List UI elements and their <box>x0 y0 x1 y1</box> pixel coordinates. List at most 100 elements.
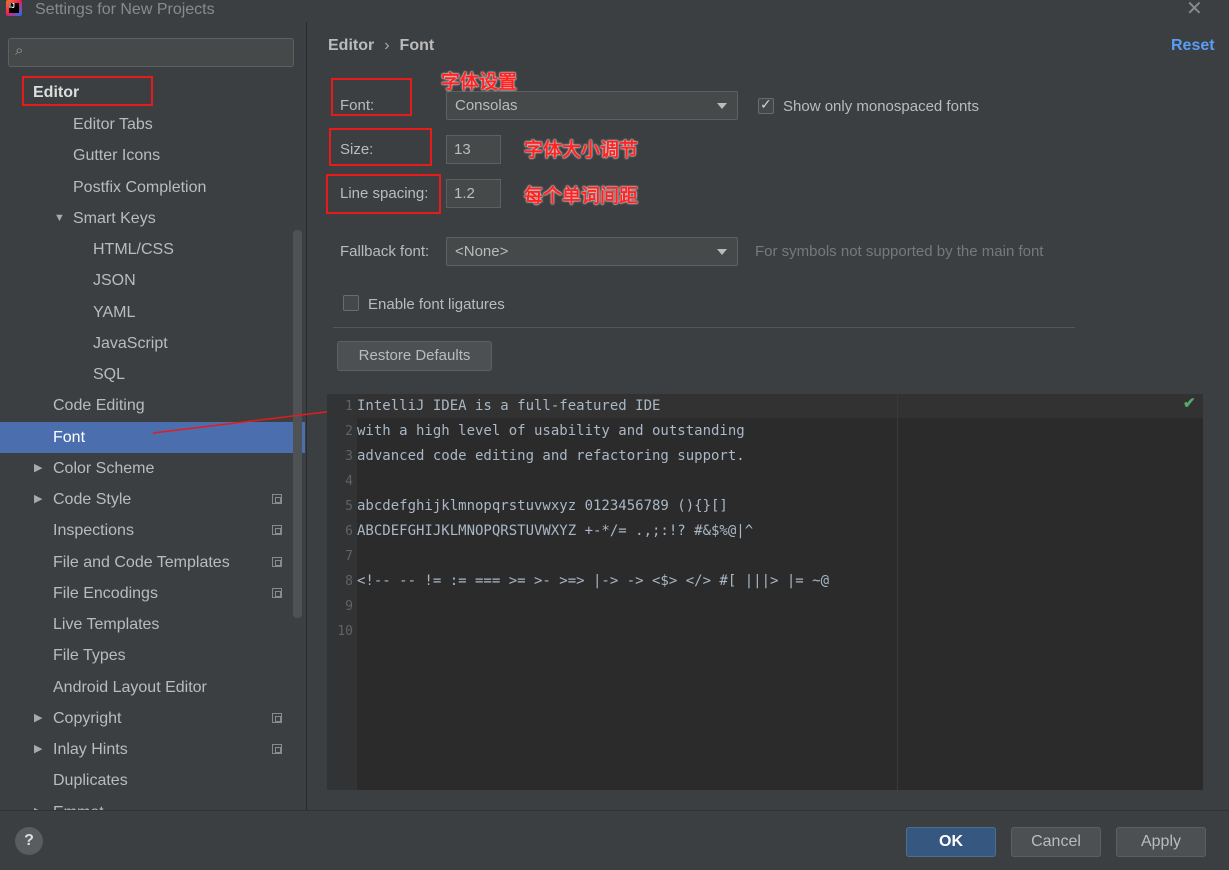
sidebar-item-copyright[interactable]: ▶ Copyright <box>0 703 305 734</box>
font-dropdown-value: Consolas <box>455 97 518 114</box>
reset-link[interactable]: Reset <box>1171 37 1215 55</box>
annotation-font-note: 字体设置 <box>441 72 518 93</box>
breadcrumb-parent[interactable]: Editor <box>328 37 374 54</box>
project-settings-icon <box>272 494 282 504</box>
code-line: advanced code editing and refactoring su… <box>357 448 745 464</box>
sidebar-item-json[interactable]: JSON <box>0 265 305 296</box>
chevron-right-icon[interactable]: ▶ <box>34 797 42 810</box>
line-number: 5 <box>345 499 353 514</box>
sidebar-item-html-css[interactable]: HTML/CSS <box>0 234 305 265</box>
code-line: <!-- -- != := === >= >- >=> |-> -> <$> <… <box>357 573 830 589</box>
title-bar: IJ Settings for New Projects ✕ <box>0 0 1229 22</box>
help-button[interactable]: ? <box>15 827 43 855</box>
search-icon: ⌕ <box>15 42 24 59</box>
close-icon[interactable]: ✕ <box>1186 0 1203 19</box>
sidebar-item-label: YAML <box>93 304 136 321</box>
line-number: 6 <box>345 524 353 539</box>
chevron-right-icon[interactable]: ▶ <box>34 734 42 765</box>
line-spacing-input-value: 1.2 <box>454 185 475 202</box>
code-line: abcdefghijklmnopqrstuvwxyz 0123456789 ()… <box>357 498 728 514</box>
sidebar-item-label: JavaScript <box>93 335 168 352</box>
font-preview-editor[interactable]: ✔ 1 2 3 4 5 6 7 8 9 10 IntelliJ IDEA is … <box>327 394 1203 790</box>
intellij-logo-icon: IJ <box>6 0 22 16</box>
sidebar-item-javascript[interactable]: JavaScript <box>0 328 305 359</box>
breadcrumb: Editor › Font <box>328 37 434 55</box>
sidebar-item-smart-keys[interactable]: ▼ Smart Keys <box>0 203 305 234</box>
size-input-value: 13 <box>454 141 471 158</box>
sidebar-item-label: Color Scheme <box>53 460 155 477</box>
sidebar-item-yaml[interactable]: YAML <box>0 297 305 328</box>
sidebar-item-file-and-code-templates[interactable]: File and Code Templates <box>0 547 305 578</box>
sidebar-item-label: Postfix Completion <box>73 179 207 196</box>
line-number: 7 <box>345 549 353 564</box>
sidebar-item-android-layout-editor[interactable]: Android Layout Editor <box>0 672 305 703</box>
sidebar-item-label: Smart Keys <box>73 210 156 227</box>
sidebar-item-label: Code Editing <box>53 397 145 414</box>
dropdown-arrow-icon <box>717 103 727 109</box>
sidebar-item-editor-tabs[interactable]: Editor Tabs <box>0 109 305 140</box>
line-number: 2 <box>345 424 353 439</box>
sidebar-item-file-types[interactable]: File Types <box>0 640 305 671</box>
apply-button[interactable]: Apply <box>1116 827 1206 857</box>
project-settings-icon <box>272 525 282 535</box>
fallback-font-dropdown[interactable]: <None> <box>446 237 738 266</box>
sidebar-item-label: Duplicates <box>53 772 128 789</box>
sidebar-item-label: Editor Tabs <box>73 116 153 133</box>
line-number: 1 <box>345 399 353 414</box>
fallback-font-hint: For symbols not supported by the main fo… <box>755 243 1044 260</box>
code-line: IntelliJ IDEA is a full-featured IDE <box>357 398 661 414</box>
annotation-size-note: 字体大小调节 <box>524 140 639 161</box>
font-dropdown[interactable]: Consolas <box>446 91 738 120</box>
sidebar-item-gutter-icons[interactable]: Gutter Icons <box>0 140 305 171</box>
sidebar-item-label: Inspections <box>53 522 134 539</box>
sidebar-item-emmet[interactable]: ▶ Emmet <box>0 797 305 810</box>
sidebar-item-label: Emmet <box>53 797 104 810</box>
ligatures-checkbox[interactable] <box>343 295 359 311</box>
line-number: 8 <box>345 574 353 589</box>
line-number: 3 <box>345 449 353 464</box>
breadcrumb-separator: › <box>384 37 390 54</box>
annotation-spacing-note: 每个单词间距 <box>524 186 639 207</box>
sidebar-item-label: Gutter Icons <box>73 147 161 164</box>
search-input[interactable]: ⌕ <box>8 38 294 67</box>
show-monospaced-checkbox[interactable] <box>758 96 774 114</box>
fallback-font-value: <None> <box>455 243 509 260</box>
breadcrumb-current: Font <box>399 37 435 54</box>
chevron-right-icon[interactable]: ▶ <box>34 703 42 734</box>
sidebar-item-label: Live Templates <box>53 616 160 633</box>
window-title: Settings for New Projects <box>35 1 215 18</box>
chevron-right-icon[interactable]: ▶ <box>34 484 42 515</box>
sidebar-item-file-encodings[interactable]: File Encodings <box>0 578 305 609</box>
cancel-button[interactable]: Cancel <box>1011 827 1101 857</box>
project-settings-icon <box>272 588 282 598</box>
line-spacing-input[interactable]: 1.2 <box>446 179 501 208</box>
sidebar-item-label: HTML/CSS <box>93 241 174 258</box>
restore-defaults-button[interactable]: Restore Defaults <box>337 341 492 371</box>
code-line: ABCDEFGHIJKLMNOPQRSTUVWXYZ +-*/= .,;:!? … <box>357 523 754 539</box>
show-monospaced-label[interactable]: Show only monospaced fonts <box>783 98 979 115</box>
sidebar-item-duplicates[interactable]: Duplicates <box>0 765 305 796</box>
size-input[interactable]: 13 <box>446 135 501 164</box>
chevron-down-icon[interactable]: ▼ <box>54 203 65 234</box>
annotation-box-editor <box>22 76 153 106</box>
sidebar-item-postfix-completion[interactable]: Postfix Completion <box>0 172 305 203</box>
sidebar-item-label: Code Style <box>53 491 132 508</box>
sidebar-item-inlay-hints[interactable]: ▶ Inlay Hints <box>0 734 305 765</box>
ligatures-label[interactable]: Enable font ligatures <box>368 296 505 313</box>
ok-button[interactable]: OK <box>906 827 996 857</box>
dialog-footer: ? OK Cancel Apply <box>0 810 1229 870</box>
sidebar-item-label: File Encodings <box>53 585 158 602</box>
chevron-right-icon[interactable]: ▶ <box>34 453 42 484</box>
divider <box>333 327 1075 328</box>
sidebar-item-code-style[interactable]: ▶ Code Style <box>0 484 305 515</box>
sidebar-item-label: Inlay Hints <box>53 741 128 758</box>
sidebar-item-inspections[interactable]: Inspections <box>0 515 305 546</box>
sidebar-item-label: Android Layout Editor <box>53 679 207 696</box>
sidebar-item-sql[interactable]: SQL <box>0 359 305 390</box>
annotation-arrow <box>152 407 346 434</box>
line-number: 4 <box>345 474 353 489</box>
project-settings-icon <box>272 713 282 723</box>
sidebar-item-color-scheme[interactable]: ▶ Color Scheme <box>0 453 305 484</box>
sidebar-item-label: Font <box>53 429 86 446</box>
sidebar-item-live-templates[interactable]: Live Templates <box>0 609 305 640</box>
